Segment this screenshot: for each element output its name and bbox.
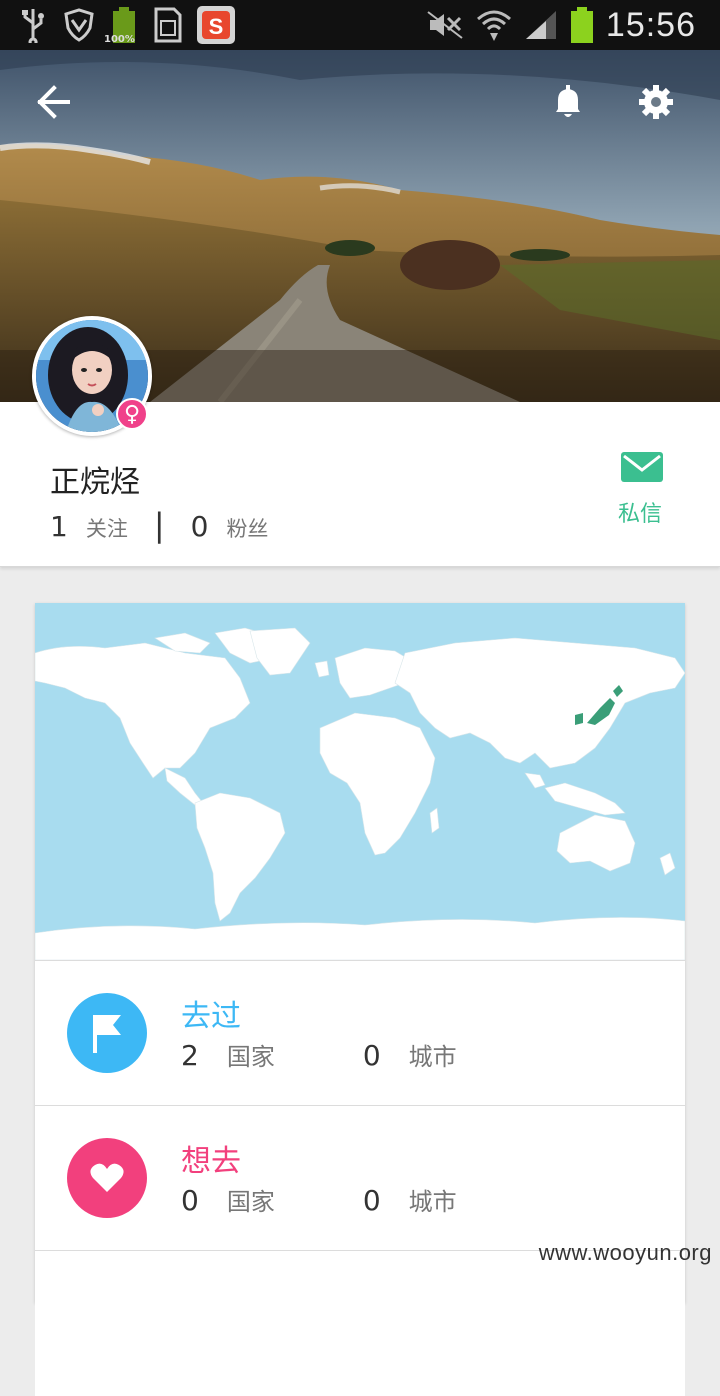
wish-cities-count: 0 xyxy=(362,1184,381,1217)
wish-countries-count: 0 xyxy=(181,1184,199,1217)
heart-icon xyxy=(67,1138,147,1218)
battery-percent-label: 100% xyxy=(104,34,135,45)
mute-icon xyxy=(426,10,464,40)
wish-title: 想去 xyxy=(181,1144,241,1179)
visited-countries-label: 国家 xyxy=(226,1043,275,1071)
followers-label[interactable]: 粉丝 xyxy=(226,513,268,543)
followers-count[interactable]: 0 xyxy=(191,510,209,543)
wish-stats: 0 国家 0 城市 xyxy=(181,1182,457,1217)
following-count[interactable]: 1 xyxy=(50,510,68,543)
mail-icon xyxy=(621,452,663,482)
sogou-app-icon: S xyxy=(196,5,236,45)
visited-countries-count: 2 xyxy=(181,1039,199,1072)
back-button[interactable] xyxy=(32,82,80,130)
clock: 15:56 xyxy=(605,5,696,44)
flag-icon xyxy=(67,993,147,1073)
gear-icon xyxy=(639,85,673,119)
status-bar: 100% S 15:56 xyxy=(0,0,720,50)
notifications-button[interactable] xyxy=(548,82,596,130)
user-name: 正烷烃 xyxy=(50,465,140,500)
signal-icon xyxy=(524,9,558,41)
svg-text:S: S xyxy=(209,14,224,39)
battery-icon xyxy=(570,6,594,44)
visited-cities-label: 城市 xyxy=(408,1043,457,1071)
watermark: www.wooyun.org xyxy=(538,1240,712,1265)
usb-icon xyxy=(18,7,48,43)
bell-icon xyxy=(556,85,580,117)
female-gender-icon: ♀ xyxy=(116,398,148,430)
wish-cities-label: 城市 xyxy=(408,1188,457,1216)
following-label[interactable]: 关注 xyxy=(86,513,128,543)
next-row[interactable] xyxy=(35,1250,685,1396)
battery-full-icon: 100% xyxy=(104,6,138,45)
visited-stats: 2 国家 0 城市 xyxy=(181,1037,457,1072)
follow-stats: 1 关注 | 0 粉丝 xyxy=(50,506,268,544)
private-message-label: 私信 xyxy=(617,502,662,527)
visited-title: 去过 xyxy=(181,999,241,1034)
wish-countries-label: 国家 xyxy=(226,1188,275,1216)
travel-card: 去过 2 国家 0 城市 想去 0 国家 0 城市 xyxy=(35,603,685,1396)
wish-row[interactable]: 想去 0 国家 0 城市 xyxy=(35,1105,685,1251)
world-map[interactable] xyxy=(35,603,685,960)
shield-icon xyxy=(62,8,96,42)
settings-button[interactable] xyxy=(636,82,684,130)
visited-row[interactable]: 去过 2 国家 0 城市 xyxy=(35,960,685,1106)
wifi-icon xyxy=(476,7,512,43)
private-message-button[interactable]: 私信 xyxy=(618,452,666,528)
back-arrow-icon xyxy=(37,85,70,119)
visited-cities-count: 0 xyxy=(362,1039,381,1072)
stats-separator: | xyxy=(153,506,165,544)
sd-card-icon xyxy=(152,7,182,43)
